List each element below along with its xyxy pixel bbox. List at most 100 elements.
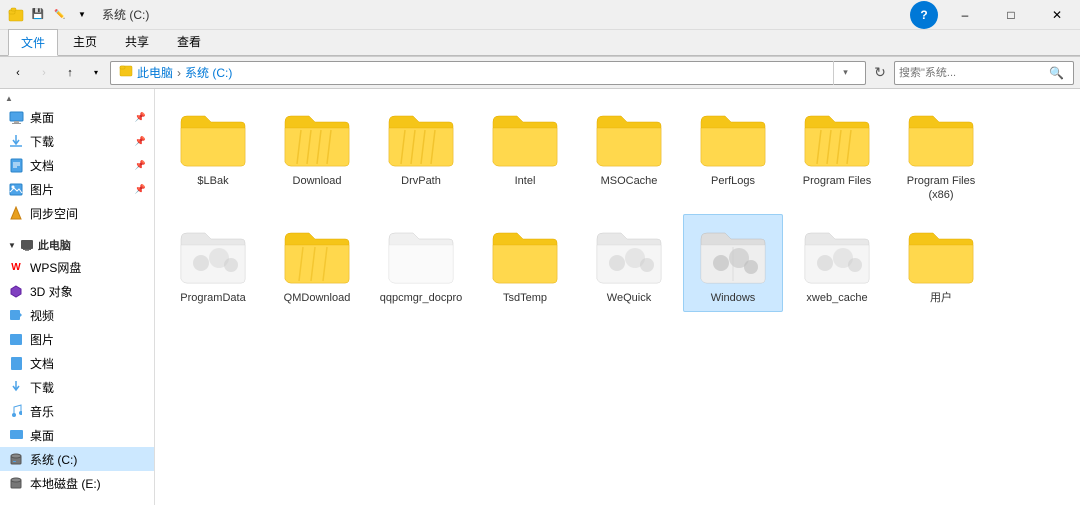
folder-label: TsdTemp <box>503 291 547 305</box>
folder-label: WeQuick <box>607 291 651 305</box>
music-icon <box>8 403 24 419</box>
desktop-icon <box>8 109 24 125</box>
downloads2-label: 下载 <box>30 379 54 396</box>
sidebar-item-music[interactable]: 音乐 <box>0 399 154 423</box>
folder-label: Download <box>293 174 342 188</box>
folder-item[interactable]: Windows <box>683 214 783 312</box>
folder-icon <box>489 104 561 172</box>
folder-item[interactable]: MSOCache <box>579 97 679 210</box>
folder-item[interactable]: Program Files <box>787 97 887 210</box>
sidebar-item-e-drive[interactable]: 本地磁盘 (E:) <box>0 471 154 495</box>
3d-icon <box>8 283 24 299</box>
content-area[interactable]: $LBak Download DrvPath Intel MSOCache Pe… <box>155 89 1080 505</box>
tab-share[interactable]: 共享 <box>112 28 162 55</box>
download-icon <box>8 133 24 149</box>
help-button[interactable]: ? <box>910 1 938 29</box>
folder-item[interactable]: DrvPath <box>371 97 471 210</box>
pictures-icon <box>8 181 24 197</box>
folder-label: xweb_cache <box>806 291 867 305</box>
close-button[interactable]: ✕ <box>1034 0 1080 30</box>
folder-item[interactable]: TsdTemp <box>475 214 575 312</box>
desktop-label: 桌面 <box>30 109 54 126</box>
folder-label: Program Files (x86) <box>896 174 986 203</box>
back-button[interactable]: ‹ <box>6 61 30 85</box>
maximize-button[interactable]: □ <box>988 0 1034 30</box>
pin-icon-3: 📌 <box>135 184 146 195</box>
sidebar-item-sync[interactable]: 同步空间 <box>0 201 154 225</box>
folder-item[interactable]: Download <box>267 97 367 210</box>
folder-icon <box>177 104 249 172</box>
sidebar-item-docs[interactable]: 文档 📌 <box>0 153 154 177</box>
folder-item[interactable]: 用户 <box>891 214 991 312</box>
search-bar[interactable]: 🔍 <box>894 61 1074 85</box>
forward-button[interactable]: › <box>32 61 56 85</box>
folder-item[interactable]: PerfLogs <box>683 97 783 210</box>
pictures2-icon <box>8 331 24 347</box>
address-bar[interactable]: 此电脑 › 系统 (C:) ▾ <box>110 61 866 85</box>
sidebar-item-downloads2[interactable]: 下载 <box>0 375 154 399</box>
up-button[interactable]: ↑ <box>58 61 82 85</box>
pin-icon-1: 📌 <box>135 136 146 147</box>
sync-label: 同步空间 <box>30 205 78 222</box>
main-layout: ▲ 桌面 📌 下载 📌 文档 📌 <box>0 89 1080 505</box>
tab-file[interactable]: 文件 <box>8 29 58 56</box>
folder-item[interactable]: $LBak <box>163 97 263 210</box>
sidebar-item-desktop2[interactable]: 桌面 <box>0 423 154 447</box>
folder-label: qqpcmgr_docpro <box>380 291 463 305</box>
folder-icon <box>697 104 769 172</box>
tab-home[interactable]: 主页 <box>60 28 110 55</box>
folder-item[interactable]: xweb_cache <box>787 214 887 312</box>
docs-icon <box>8 157 24 173</box>
address-dropdown[interactable]: ▾ <box>833 61 857 85</box>
desktop2-icon <box>8 427 24 443</box>
folder-label: Program Files <box>803 174 871 188</box>
search-icon: 🔍 <box>1049 66 1064 80</box>
sidebar-item-downloads[interactable]: 下载 📌 <box>0 129 154 153</box>
save-qat-btn[interactable]: 💾 <box>28 5 48 25</box>
music-label: 音乐 <box>30 403 54 420</box>
folder-item[interactable]: Program Files (x86) <box>891 97 991 210</box>
pin-icon-2: 📌 <box>135 160 146 171</box>
folder-item[interactable]: qqpcmgr_docpro <box>371 214 471 312</box>
folder-item[interactable]: QMDownload <box>267 214 367 312</box>
window-controls: ? – □ ✕ <box>910 0 1080 30</box>
folder-item[interactable]: ProgramData <box>163 214 263 312</box>
qat-dropdown[interactable]: ▼ <box>72 5 92 25</box>
sidebar-item-c-drive[interactable]: 系统 (C:) <box>0 447 154 471</box>
sidebar-item-3d[interactable]: 3D 对象 <box>0 279 154 303</box>
breadcrumb-thispc[interactable]: 此电脑 <box>137 64 173 81</box>
downloads2-icon <box>8 379 24 395</box>
sidebar-item-pictures[interactable]: 图片 📌 <box>0 177 154 201</box>
breadcrumb-drive[interactable]: 系统 (C:) <box>185 64 232 81</box>
tab-view[interactable]: 查看 <box>164 28 214 55</box>
properties-qat-btn[interactable]: ✏️ <box>50 5 70 25</box>
nav-bar: ‹ › ↑ ▾ 此电脑 › 系统 (C:) ▾ ↻ 🔍 <box>0 57 1080 89</box>
explorer-icon <box>8 7 24 23</box>
breadcrumb-arrow: › <box>177 66 181 80</box>
sidebar-item-pictures2[interactable]: 图片 <box>0 327 154 351</box>
thispc-icon <box>20 238 34 252</box>
folder-grid: $LBak Download DrvPath Intel MSOCache Pe… <box>163 97 1072 312</box>
recent-locations-button[interactable]: ▾ <box>84 61 108 85</box>
refresh-button[interactable]: ↻ <box>868 61 892 85</box>
sidebar-item-docs2[interactable]: 文档 <box>0 351 154 375</box>
sidebar-item-video[interactable]: 视频 <box>0 303 154 327</box>
folder-icon <box>385 221 457 289</box>
thispc-section-header[interactable]: ▼ 此电脑 <box>0 233 154 255</box>
folder-icon <box>905 104 977 172</box>
folder-icon <box>697 221 769 289</box>
ribbon: 文件 主页 共享 查看 <box>0 30 1080 57</box>
folder-label: MSOCache <box>601 174 658 188</box>
search-input[interactable] <box>899 67 1049 79</box>
docs2-label: 文档 <box>30 355 54 372</box>
sidebar-item-wps[interactable]: W WPS网盘 <box>0 255 154 279</box>
folder-item[interactable]: WeQuick <box>579 214 679 312</box>
folder-label: $LBak <box>197 174 228 188</box>
folder-icon <box>489 221 561 289</box>
folder-item[interactable]: Intel <box>475 97 575 210</box>
video-icon <box>8 307 24 323</box>
minimize-button[interactable]: – <box>942 0 988 30</box>
sidebar-item-desktop[interactable]: 桌面 📌 <box>0 105 154 129</box>
thispc-expand-icon: ▼ <box>8 241 16 250</box>
folder-icon <box>281 221 353 289</box>
